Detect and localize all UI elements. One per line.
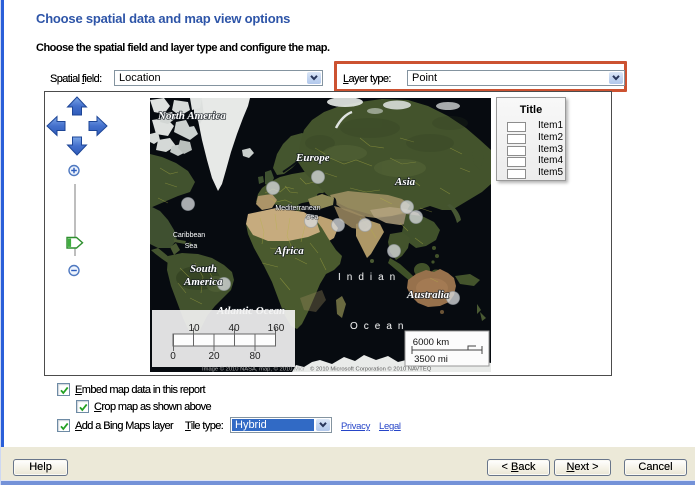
svg-text:Image © 2010 NASA, map, © 2010: Image © 2010 NASA, map, © 2010 Micr <box>202 365 305 372</box>
svg-text:Indian: Indian <box>338 272 401 283</box>
svg-text:10: 10 <box>188 323 200 334</box>
svg-text:North America: North America <box>157 110 226 122</box>
svg-text:Sea: Sea <box>185 243 198 250</box>
svg-text:© 2010 Microsoft Corporation ©: © 2010 Microsoft Corporation © 2010 NAVT… <box>310 365 432 372</box>
svg-text:Caribbean: Caribbean <box>173 232 205 239</box>
svg-text:20: 20 <box>208 351 220 362</box>
svg-text:6000 km: 6000 km <box>413 337 450 348</box>
svg-text:America: America <box>183 276 223 288</box>
svg-text:Mediterranean: Mediterranean <box>275 205 320 212</box>
svg-text:0: 0 <box>170 351 176 362</box>
svg-text:Ocean: Ocean <box>350 321 409 332</box>
svg-text:80: 80 <box>249 351 261 362</box>
svg-text:South: South <box>190 263 217 275</box>
svg-text:Asia: Asia <box>394 176 416 188</box>
svg-text:Australia: Australia <box>406 289 450 301</box>
svg-text:Sea: Sea <box>306 214 319 221</box>
svg-text:Africa: Africa <box>274 245 304 257</box>
svg-text:3500 mi: 3500 mi <box>414 354 448 365</box>
svg-text:Europe: Europe <box>295 152 330 164</box>
svg-text:40: 40 <box>228 323 240 334</box>
svg-text:160: 160 <box>268 323 285 334</box>
